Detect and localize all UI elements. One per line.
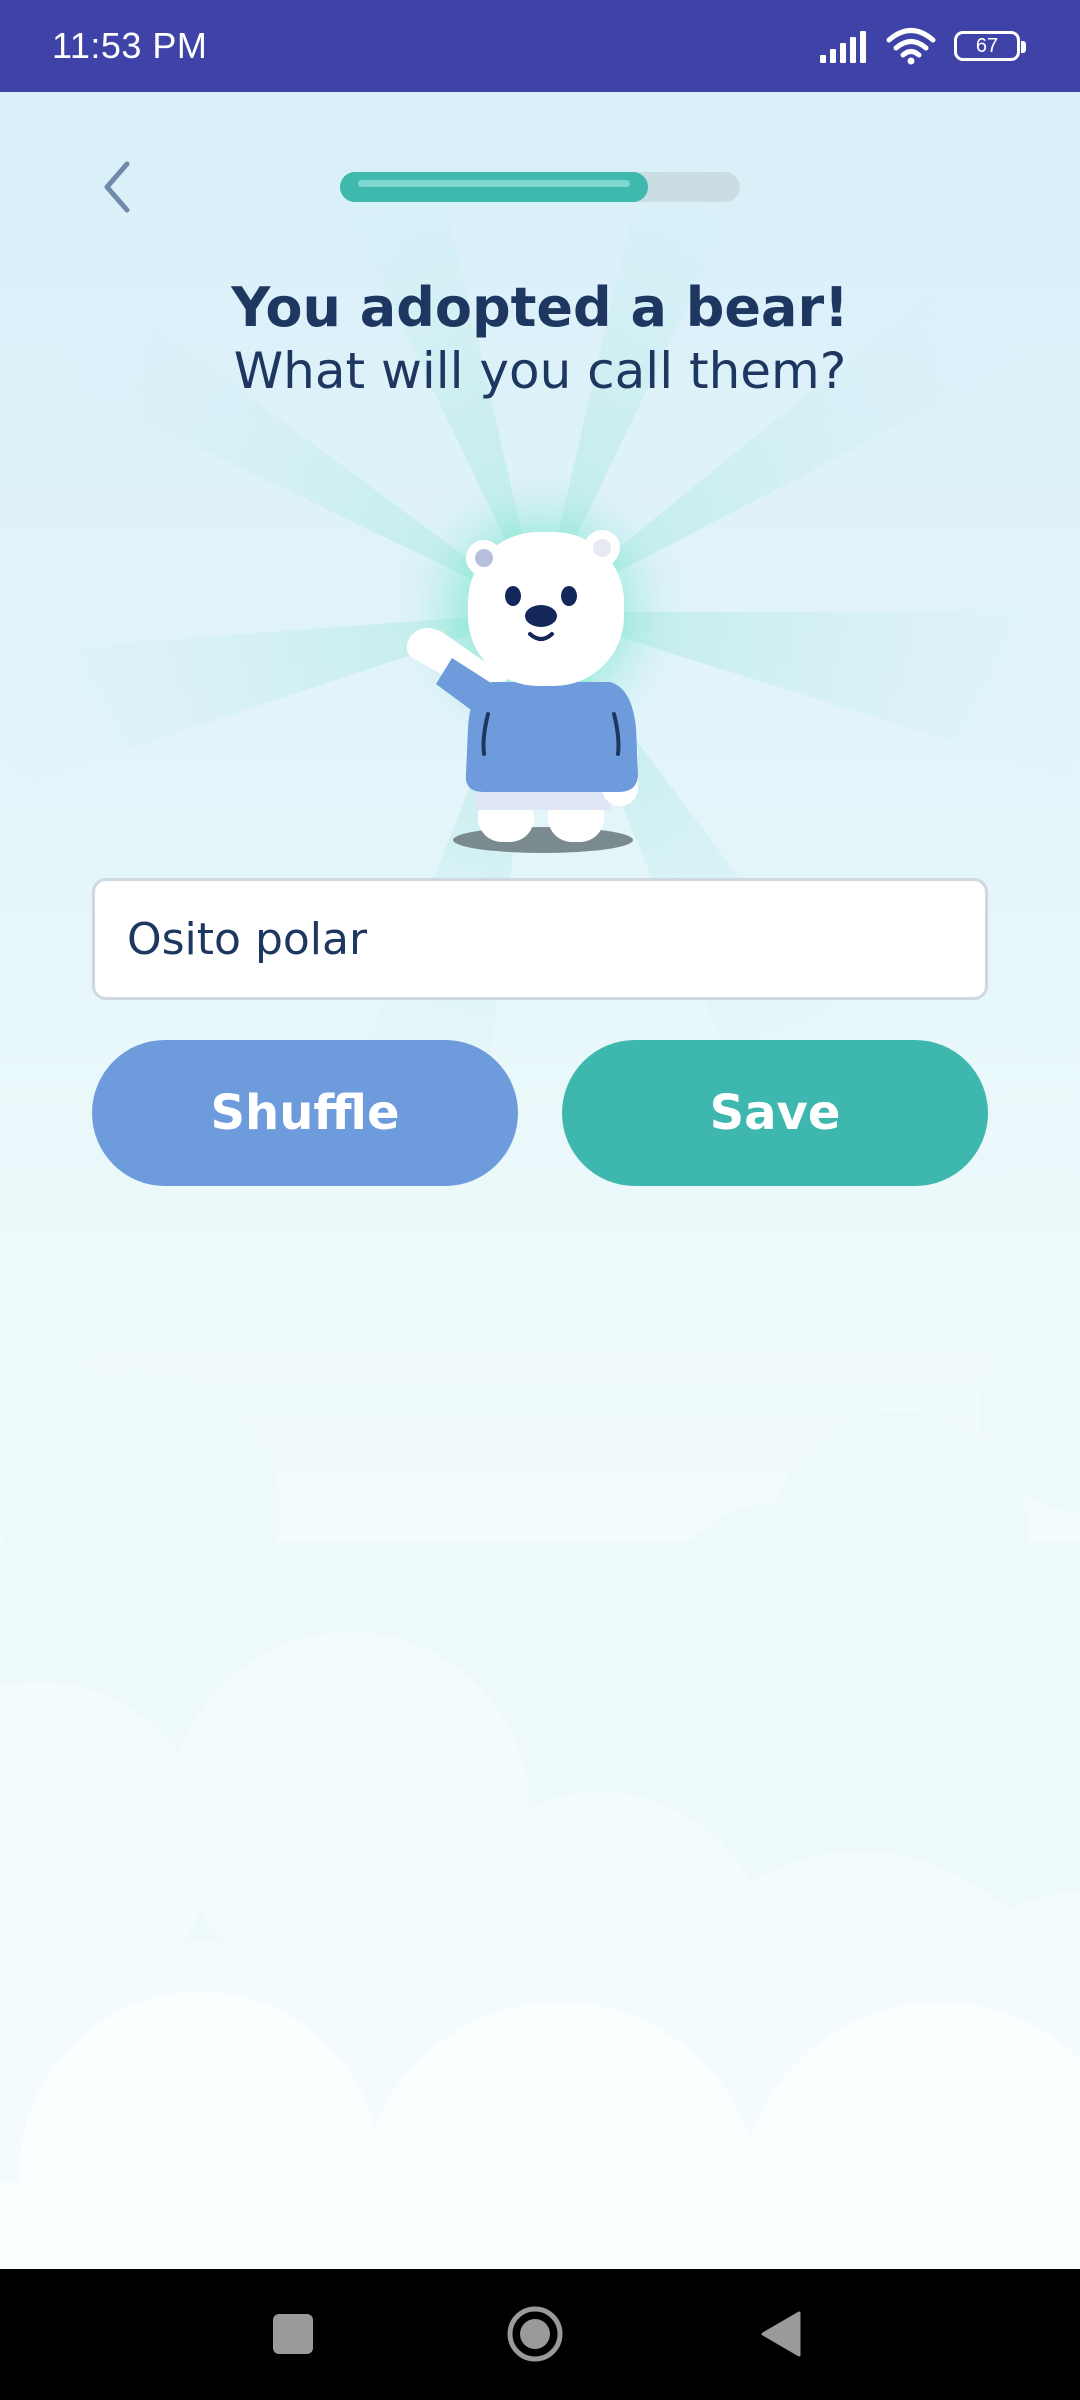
app-screen: You adopted a bear! What will you call t… <box>0 92 1080 2269</box>
recents-square-icon <box>273 2314 313 2354</box>
battery-level: 67 <box>975 34 999 57</box>
progress-bar <box>340 172 740 202</box>
battery-icon: 67 <box>954 31 1026 61</box>
system-navigation-bar <box>0 2269 1080 2400</box>
status-time: 11:53 PM <box>52 25 208 66</box>
signal-icon <box>820 31 866 63</box>
clouds-background <box>0 1273 1080 2269</box>
bear-illustration <box>406 530 638 853</box>
page-title: You adopted a bear! <box>231 276 849 339</box>
status-bar: 11:53 PM 67 <box>0 0 1080 92</box>
save-button[interactable]: Save <box>562 1040 988 1186</box>
bear-name-input[interactable] <box>92 878 988 1000</box>
back-button[interactable] <box>86 152 146 222</box>
back-triangle-icon <box>761 2311 801 2357</box>
shuffle-button[interactable]: Shuffle <box>92 1040 518 1186</box>
page-subtitle: What will you call them? <box>233 342 847 400</box>
chevron-left-icon <box>104 161 130 213</box>
recents-button[interactable] <box>258 2299 328 2369</box>
status-icons: 67 <box>818 27 1026 65</box>
progress-highlight <box>358 180 630 187</box>
home-button[interactable] <box>500 2299 570 2369</box>
progress-fill <box>340 172 648 202</box>
home-circle-icon <box>507 2306 563 2362</box>
back-nav-button[interactable] <box>745 2299 815 2369</box>
wifi-icon <box>886 28 936 65</box>
